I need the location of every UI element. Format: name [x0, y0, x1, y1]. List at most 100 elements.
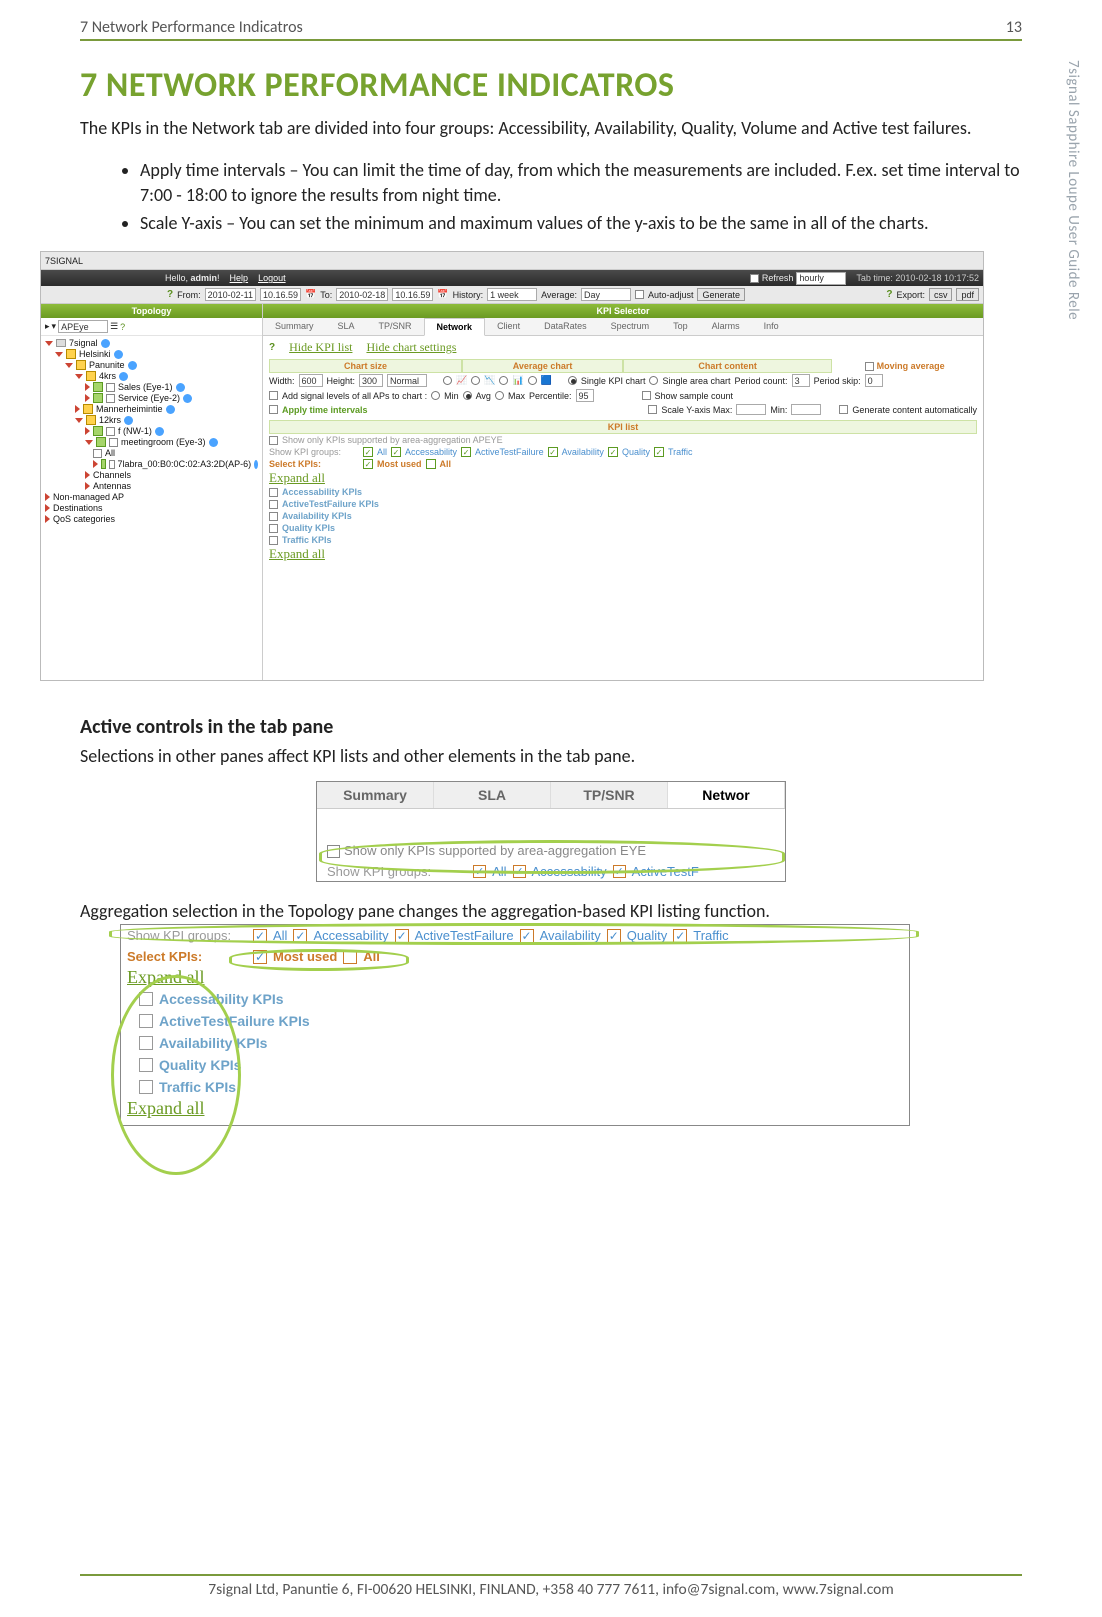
kpi-cat-checkbox[interactable] [269, 500, 278, 509]
tree-node[interactable]: QoS categories [53, 514, 115, 524]
tree-icon[interactable]: ☰ [110, 321, 118, 332]
expand-icon[interactable] [75, 405, 80, 413]
info-icon[interactable] [155, 427, 164, 436]
help-icon[interactable]: ? [269, 342, 275, 353]
tree-checkbox[interactable] [106, 394, 115, 403]
collapse-icon[interactable] [55, 352, 63, 357]
tree-checkbox[interactable] [106, 383, 115, 392]
from-time-input[interactable]: 10.16.59 [260, 288, 301, 301]
expand-all-link[interactable]: Expand all [121, 967, 909, 988]
moving-avg-checkbox[interactable] [865, 362, 874, 371]
group-avail-checkbox[interactable]: ✓ [548, 447, 558, 457]
most-used-checkbox[interactable]: ✓ [363, 459, 373, 469]
expand-icon[interactable] [93, 460, 98, 468]
info-icon[interactable] [176, 383, 185, 392]
autoadjust-checkbox[interactable] [635, 290, 644, 299]
kpi-cat-checkbox[interactable] [269, 488, 278, 497]
tree-checkbox[interactable] [93, 449, 102, 458]
min-radio[interactable] [431, 391, 440, 400]
gen-auto-checkbox[interactable] [839, 405, 848, 414]
collapse-icon[interactable] [45, 341, 53, 346]
percentile-input[interactable]: 95 [576, 389, 594, 402]
info-icon[interactable] [166, 405, 175, 414]
period-count-input[interactable]: 3 [792, 374, 810, 387]
info-icon[interactable] [114, 350, 123, 359]
collapse-icon[interactable] [85, 440, 93, 445]
tree-node[interactable]: Service (Eye-2) [118, 393, 180, 403]
apeye-select[interactable]: APEye [58, 320, 108, 333]
to-date-input[interactable]: 2010-02-18 [336, 288, 388, 301]
tab-info[interactable]: Info [752, 318, 791, 335]
collapse-icon[interactable] [65, 363, 73, 368]
export-csv-button[interactable]: csv [929, 288, 953, 301]
expand-icon[interactable] [45, 515, 50, 523]
group-atf-checkbox[interactable]: ✓ [461, 447, 471, 457]
hide-kpi-link[interactable]: Hide KPI list [289, 340, 352, 355]
avg-chart-radio[interactable] [499, 376, 508, 385]
apply-intervals-checkbox[interactable] [269, 405, 278, 414]
height-input[interactable]: 300 [359, 374, 383, 387]
expand-all-link[interactable]: Expand all [121, 1098, 909, 1119]
tree-node[interactable]: 4krs [99, 371, 116, 381]
period-skip-input[interactable]: 0 [865, 374, 883, 387]
tab-client[interactable]: Client [485, 318, 532, 335]
tree-node[interactable]: Destinations [53, 503, 103, 513]
average-select[interactable]: Day [581, 288, 631, 301]
tree-node[interactable]: Panunite [89, 360, 125, 370]
tree-node[interactable]: Mannerheimintie [96, 404, 163, 414]
expand-all-link[interactable]: Expand all [269, 470, 325, 485]
help-icon[interactable]: ? [167, 289, 173, 300]
tree-node[interactable]: Channels [93, 470, 131, 480]
tab-alarms[interactable]: Alarms [700, 318, 752, 335]
info-icon[interactable] [124, 416, 133, 425]
group-all-checkbox[interactable]: ✓ [363, 447, 373, 457]
tree-node[interactable]: 12krs [99, 415, 121, 425]
tree-node[interactable]: 7signal [69, 338, 98, 348]
info-icon[interactable] [254, 460, 258, 469]
calendar-icon[interactable]: 📅 [437, 289, 448, 300]
tab-sla[interactable]: SLA [434, 782, 551, 808]
expand-icon[interactable]: ▸ [45, 321, 50, 332]
info-icon[interactable] [183, 394, 192, 403]
tab-top[interactable]: Top [661, 318, 700, 335]
collapse-icon[interactable] [75, 374, 83, 379]
tree-node[interactable]: Sales (Eye-1) [118, 382, 173, 392]
tree-node[interactable]: Non-managed AP [53, 492, 124, 502]
ymin-input[interactable] [791, 404, 821, 415]
help-icon[interactable]: ? [886, 289, 892, 300]
calendar-icon[interactable]: 📅 [305, 289, 316, 300]
tree-node[interactable]: 7labra_00:B0:0C:02:A3:2D(AP-6) [118, 459, 252, 469]
expand-icon[interactable] [85, 383, 90, 391]
tree-node[interactable]: Antennas [93, 481, 131, 491]
tab-tpsnr[interactable]: TP/SNR [551, 782, 668, 808]
show-sample-checkbox[interactable] [642, 391, 651, 400]
scale-select[interactable]: Normal [387, 374, 427, 387]
generate-button[interactable]: Generate [697, 288, 745, 301]
expand-icon[interactable] [45, 504, 50, 512]
tab-summary[interactable]: Summary [263, 318, 326, 335]
expand-icon[interactable] [85, 482, 90, 490]
expand-icon[interactable] [85, 427, 90, 435]
from-date-input[interactable]: 2010-02-11 [205, 288, 256, 301]
expand-icon[interactable] [45, 493, 50, 501]
export-pdf-button[interactable]: pdf [956, 288, 979, 301]
info-icon[interactable] [128, 361, 137, 370]
logout-link[interactable]: Logout [258, 273, 286, 283]
group-qual-checkbox[interactable]: ✓ [608, 447, 618, 457]
tab-summary[interactable]: Summary [317, 782, 434, 808]
tab-network[interactable]: Network [424, 318, 486, 336]
tab-network[interactable]: Networ [668, 782, 785, 808]
tab-datarates[interactable]: DataRates [532, 318, 599, 335]
info-icon[interactable] [119, 372, 128, 381]
avg-chart-radio[interactable] [443, 376, 452, 385]
content-radio-single-area[interactable] [649, 376, 658, 385]
help-icon[interactable]: ? [120, 322, 125, 332]
kpi-cat-checkbox[interactable] [269, 512, 278, 521]
refresh-interval-select[interactable]: hourly [796, 272, 846, 285]
avg-chart-radio[interactable] [471, 376, 480, 385]
show-only-checkbox[interactable] [269, 436, 278, 445]
tab-tpsnr[interactable]: TP/SNR [367, 318, 424, 335]
max-radio[interactable] [495, 391, 504, 400]
tree-node[interactable]: All [105, 448, 115, 458]
help-link[interactable]: Help [230, 273, 249, 283]
